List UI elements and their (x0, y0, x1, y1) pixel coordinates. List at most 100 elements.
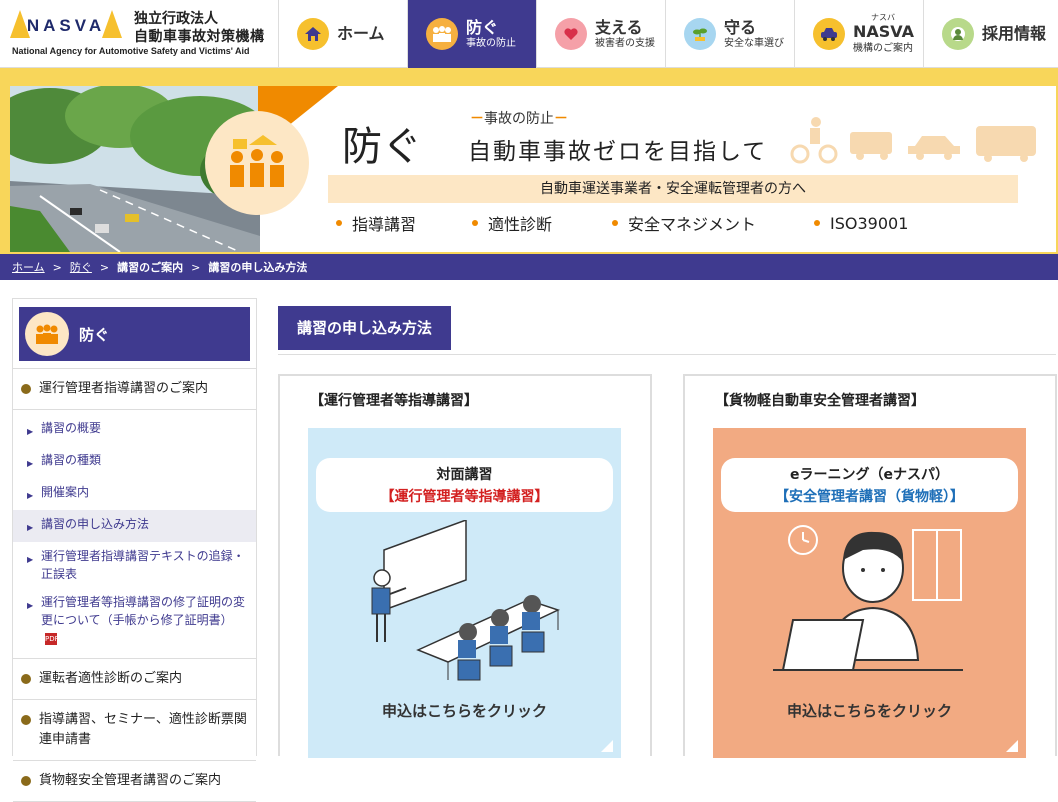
sidebar-item-overview[interactable]: ▶ 講習の概要 (13, 414, 256, 446)
sidebar-header[interactable]: 防ぐ (19, 307, 250, 361)
sidebar-item-schedule[interactable]: ▶ 開催案内 (13, 478, 256, 510)
sidebar-section-label: 貨物軽安全管理者講習のご案内 (39, 773, 222, 788)
sidebar-item-label: 講習の種類 (41, 453, 102, 467)
sidebar-item-text-errata[interactable]: ▶ 運行管理者指導講習テキストの追録・正誤表 (13, 542, 256, 588)
person-icon (942, 18, 974, 50)
section-bullet-icon (21, 776, 31, 786)
banner-link-aptitude[interactable]: 適性診断 (472, 211, 612, 235)
course-card-operator: 【運行管理者等指導講習】 対面講習 【運行管理者等指導講習】 申込はこちらをクリ… (278, 374, 652, 758)
title-divider (278, 354, 1056, 355)
nav-support[interactable]: 支える 被害者の支援 (536, 0, 665, 68)
bullet-dot-icon (612, 220, 618, 226)
sidebar-item-types[interactable]: ▶ 講習の種類 (13, 446, 256, 478)
org-name: 自動車事故対策機構 (134, 29, 265, 45)
nav-protect[interactable]: 守る 安全な車選び (665, 0, 794, 68)
sidebar-section-aptitude[interactable]: 運転者適性診断のご案内 (13, 659, 256, 700)
bullet-dot-icon (814, 220, 820, 226)
nav-nasva-label: NASVA (853, 22, 914, 42)
card-title: 【運行管理者等指導講習】 (310, 393, 478, 409)
banner-link-iso-label: ISO39001 (830, 213, 909, 233)
banner-link-safety-management-label: 安全マネジメント (628, 215, 757, 234)
sidebar-item-label: 開催案内 (41, 485, 90, 499)
sidebar-item-label: 講習の概要 (41, 421, 102, 435)
nav-home[interactable]: ホーム (278, 0, 407, 68)
hero-banner-inner: 防ぐ －事故の防止－ 自動車事故ゼロを目指して 自動車運送事業者・安全運転管理者… (10, 86, 1056, 252)
card-label-box: 対面講習 【運行管理者等指導講習】 (316, 458, 613, 512)
home-icon (297, 18, 329, 50)
banner-link-guidance[interactable]: 指導講習 (336, 211, 472, 235)
org-english-name: National Agency for Automotive Safety an… (12, 46, 250, 56)
sidebar-section-label: 運転者適性診断のご案内 (39, 671, 183, 686)
triangle-right-icon: ▶ (27, 523, 34, 532)
nav-nasva-sub: 機構のご案内 (853, 42, 913, 54)
triangle-right-icon: ▶ (27, 491, 34, 500)
breadcrumb: ホーム > 防ぐ > 講習のご案内 > 講習の申し込み方法 (0, 254, 1058, 280)
card-label-type: 対面講習 (436, 467, 493, 483)
section-bullet-icon (21, 674, 31, 684)
sidebar-section-applications[interactable]: 指導講習、セミナー、適性診断票関連申請書 (13, 700, 256, 761)
sprout-icon (684, 18, 716, 50)
banner-link-safety-management[interactable]: 安全マネジメント (612, 211, 814, 235)
nav-prevent[interactable]: 防ぐ 事故の防止 (407, 0, 536, 68)
apply-banner-in-person[interactable]: 対面講習 【運行管理者等指導講習】 申込はこちらをクリック (308, 428, 621, 758)
nav-support-sub: 被害者の支援 (595, 38, 655, 50)
banner-audience-bar: 自動車運送事業者・安全運転管理者の方へ (328, 175, 1018, 203)
elearning-illustration (773, 525, 963, 671)
bullet-dot-icon (472, 220, 478, 226)
heart-hand-icon (555, 18, 587, 50)
hero-banner: 防ぐ －事故の防止－ 自動車事故ゼロを目指して 自動車運送事業者・安全運転管理者… (0, 68, 1058, 254)
sidebar-item-label: 運行管理者指導講習テキストの追録・正誤表 (41, 549, 245, 581)
triangle-right-icon: ▶ (27, 427, 34, 436)
breadcrumb-separator: > (191, 260, 201, 274)
sidebar-section-operator-course[interactable]: 運行管理者指導講習のご案内 (13, 369, 256, 410)
global-nav: ホーム 防ぐ 事故の防止 支える 被害者の支援 守る 安全な車選び ナスバ NASVA 機… (278, 0, 1052, 68)
sidebar-header-label: 防ぐ (79, 325, 110, 344)
banner-kicker: －事故の防止－ (470, 111, 568, 127)
bullet-dot-icon (336, 220, 342, 226)
card-label-course: 【安全管理者講習（貨物軽）】 (775, 489, 964, 505)
triangle-right-icon: ▶ (27, 601, 34, 610)
prevent-emblem (205, 111, 309, 215)
banner-title: 防ぐ (342, 124, 422, 170)
sidebar-item-certificate-change[interactable]: ▶ 運行管理者等指導講習の修了証明の変更について（手帳から修了証明書） PDF (13, 588, 256, 652)
banner-link-guidance-label: 指導講習 (352, 215, 417, 234)
apply-cta-label: 申込はこちらをクリック (786, 702, 952, 720)
corner-arrow-icon (601, 740, 613, 752)
org-type-label: 独立行政法人 (134, 11, 218, 27)
nav-prevent-sub: 事故の防止 (466, 38, 516, 50)
people-icon (426, 18, 458, 50)
triangle-right-icon: ▶ (27, 555, 34, 564)
card-label-course: 【運行管理者等指導講習】 (380, 489, 549, 505)
nav-nasva[interactable]: ナスバ NASVA 機構のご案内 (794, 0, 923, 68)
nasva-logo-mark: NASVA (10, 10, 122, 38)
section-bullet-icon (21, 384, 31, 394)
banner-kicker-text: 事故の防止 (484, 111, 554, 127)
breadcrumb-home[interactable]: ホーム (12, 259, 45, 275)
pdf-icon: PDF (45, 632, 59, 645)
breadcrumb-prevent[interactable]: 防ぐ (70, 259, 92, 275)
breadcrumb-current: 講習の申し込み方法 (208, 261, 308, 274)
site-logo[interactable]: NASVA 独立行政法人 自動車事故対策機構 National Agency f… (10, 4, 268, 62)
car-icon (813, 18, 845, 50)
sidebar-item-label: 運行管理者等指導講習の修了証明の変更について（手帳から修了証明書） (41, 595, 246, 627)
nav-recruit-label: 採用情報 (982, 24, 1047, 44)
apply-banner-elearning[interactable]: eラーニング（eナスパ） 【安全管理者講習（貨物軽）】 申込はこちらをクリック (713, 428, 1026, 758)
card-label-type: eラーニング（eナスパ） (790, 467, 949, 483)
nav-recruit[interactable]: 採用情報 (923, 0, 1052, 68)
people-icon (230, 135, 284, 187)
page-title: 講習の申し込み方法 (278, 306, 452, 350)
classroom-illustration (371, 520, 561, 681)
breadcrumb-separator: > (99, 260, 110, 274)
sidebar-section-light-cargo[interactable]: 貨物軽安全管理者講習のご案内 (13, 761, 256, 802)
sidebar-section-label: 運行管理者指導講習のご案内 (39, 381, 209, 396)
nav-home-label: ホーム (337, 24, 385, 44)
people-icon (25, 312, 69, 356)
nav-support-label: 支える (595, 17, 643, 37)
nav-protect-label: 守る (724, 17, 757, 37)
sidebar-spacer (13, 361, 256, 369)
card-label-box: eラーニング（eナスパ） 【安全管理者講習（貨物軽）】 (721, 458, 1018, 512)
sidebar-section-label: 指導講習、セミナー、適性診断票関連申請書 (39, 712, 247, 747)
banner-headline: 自動車事故ゼロを目指して (468, 139, 768, 165)
sidebar-item-how-to-apply[interactable]: ▶ 講習の申し込み方法 (13, 510, 256, 542)
banner-link-iso[interactable]: ISO39001 (814, 211, 934, 235)
